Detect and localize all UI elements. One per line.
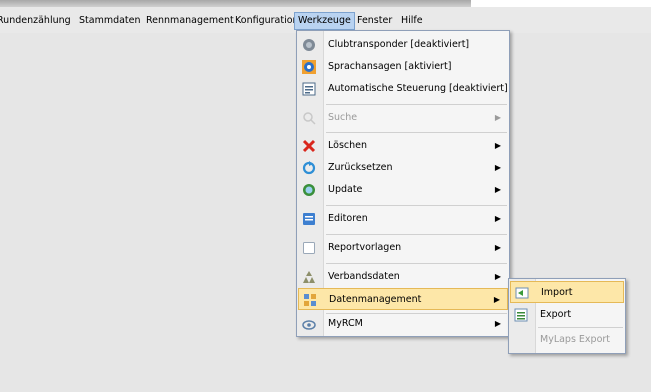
submenu-arrow-icon: ▶ [494,163,501,172]
submenu-arrow-icon: ▶ [494,319,501,328]
submenu-arrow-icon: ▶ [494,113,501,122]
search-icon [303,112,316,125]
title-strip-edge [471,0,651,7]
submenu-arrow-icon: ▶ [494,185,501,194]
menu-item-label: Update [328,184,363,195]
menu-item-label: Clubtransponder [deaktiviert] [328,39,470,50]
menu-item-automatische-steuerung[interactable]: Automatische Steuerung [deaktiviert] [298,78,508,100]
submenu-arrow-icon: ▶ [493,295,500,304]
data-management-icon [304,294,316,306]
menu-item-label: Suche [328,112,358,123]
menu-item-label: Sprachansagen [aktiviert] [328,61,452,72]
menu-item-update[interactable]: Update ▶ [298,179,508,201]
submenu-arrow-icon: ▶ [494,141,501,150]
menu-item-label: Löschen [328,140,367,151]
menu-item-label: Reportvorlagen [328,242,402,253]
report-template-icon [303,242,315,254]
transponder-icon [303,39,315,51]
menu-item-label: Automatische Steuerung [deaktiviert] [328,83,508,94]
menu-item-label: MyLaps Export [540,334,611,345]
menu-konfiguration[interactable]: Konfiguration [235,13,299,29]
menu-item-label: MyRCM [328,318,363,329]
reset-icon [302,161,316,175]
menu-item-clubtransponder[interactable]: Clubtransponder [deaktiviert] [298,34,508,56]
menu-item-label: Export [540,309,572,320]
menu-rundenzaehlung[interactable]: Rundenzählung [0,13,71,29]
menu-item-label: Zurücksetzen [328,162,393,173]
menu-item-label: Verbandsdaten [328,271,400,282]
menu-separator [326,205,507,206]
menu-item-label: Editoren [328,213,368,224]
menu-fenster[interactable]: Fenster [357,13,392,29]
export-icon [514,308,528,322]
menu-separator [326,104,507,105]
menu-hilfe[interactable]: Hilfe [401,13,423,29]
menu-item-label: Import [541,287,573,298]
datenmanagement-submenu: Import Export MyLaps Export [508,278,626,354]
menu-separator [326,234,507,235]
werkzeuge-menu: Clubtransponder [deaktiviert] Sprachansa… [296,30,510,337]
submenu-item-import[interactable]: Import [510,281,624,303]
update-icon [303,184,315,196]
import-icon [515,287,529,299]
submenu-arrow-icon: ▶ [494,214,501,223]
delete-icon [302,139,316,153]
menu-item-zuruecksetzen[interactable]: Zurücksetzen ▶ [298,157,508,179]
editor-icon [303,213,315,225]
menu-item-reportvorlagen[interactable]: Reportvorlagen ▶ [298,237,508,259]
speech-icon [302,60,316,74]
menu-item-label: Datenmanagement [329,294,422,305]
menu-item-loeschen[interactable]: Löschen ▶ [298,135,508,157]
association-icon [303,271,315,283]
submenu-item-export[interactable]: Export [510,304,624,326]
menu-item-datenmanagement[interactable]: Datenmanagement ▶ [298,288,508,310]
menu-stammdaten[interactable]: Stammdaten [79,13,141,29]
menu-item-verbandsdaten[interactable]: Verbandsdaten ▶ [298,266,508,288]
cloud-icon [302,320,316,330]
menu-separator [326,132,507,133]
submenu-arrow-icon: ▶ [494,243,501,252]
menu-werkzeuge[interactable]: Werkzeuge [294,12,355,30]
menu-rennmanagement[interactable]: Rennmanagement [146,13,234,29]
menu-separator [326,263,507,264]
submenu-item-mylaps-export[interactable]: MyLaps Export [510,329,624,351]
menu-item-sprachansagen[interactable]: Sprachansagen [aktiviert] [298,56,508,78]
submenu-arrow-icon: ▶ [494,272,501,281]
menu-item-suche[interactable]: Suche ▶ [298,107,508,129]
menu-separator [538,327,623,328]
menu-item-editoren[interactable]: Editoren ▶ [298,208,508,230]
menu-item-myrcm[interactable]: MyRCM ▶ [298,313,508,335]
automation-icon [302,82,316,96]
